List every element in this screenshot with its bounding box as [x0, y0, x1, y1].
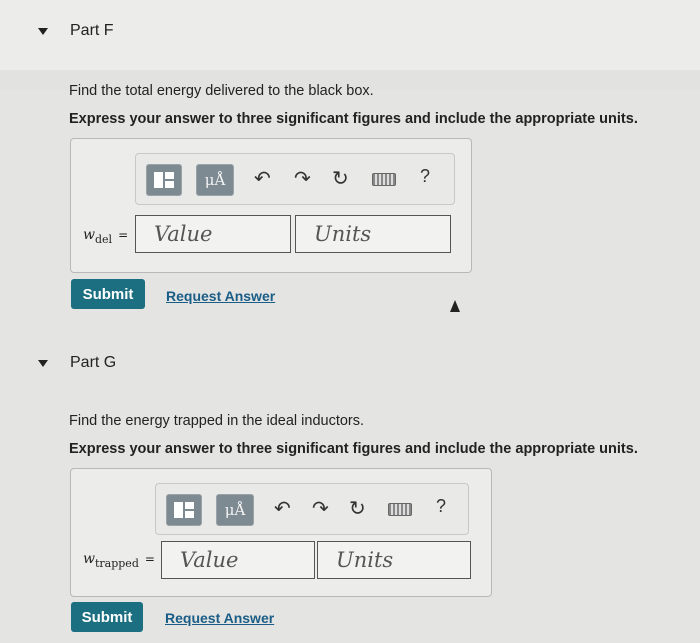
undo-icon[interactable]: ↶	[254, 166, 271, 192]
mouse-cursor	[450, 300, 460, 312]
reset-icon[interactable]: ↻	[332, 166, 349, 192]
part-f-question: Find the total energy delivered to the b…	[69, 83, 374, 99]
keyboard-icon[interactable]	[372, 173, 396, 186]
part-f-request-answer-link[interactable]: Request Answer	[166, 288, 275, 304]
part-f-value-input[interactable]: Value	[135, 215, 291, 253]
part-g-request-answer-link[interactable]: Request Answer	[165, 610, 274, 626]
template-icon[interactable]	[166, 494, 202, 526]
undo-icon[interactable]: ↶	[274, 496, 291, 522]
units-button[interactable]: μÅ	[216, 494, 254, 526]
part-f-answer-box: μÅ ↶ ↷ ↻ ? wdel = Value Units	[70, 138, 472, 273]
part-f-toolbar: μÅ ↶ ↷ ↻ ?	[135, 153, 455, 205]
help-icon[interactable]: ?	[420, 166, 430, 187]
part-f-submit-button[interactable]: Submit	[71, 279, 145, 309]
part-g-toolbar: μÅ ↶ ↷ ↻ ?	[155, 483, 469, 535]
help-icon[interactable]: ?	[436, 496, 446, 517]
caret-down-icon	[38, 359, 48, 367]
part-f-title: Part F	[70, 22, 114, 39]
part-g-variable-label: wtrapped =	[83, 551, 155, 570]
part-f-units-input[interactable]: Units	[295, 215, 451, 253]
part-f-instruction: Express your answer to three significant…	[69, 111, 638, 127]
caret-down-icon	[38, 27, 48, 35]
part-g-question: Find the energy trapped in the ideal ind…	[69, 413, 365, 429]
part-f-variable-label: wdel =	[83, 227, 129, 246]
part-g-title: Part G	[70, 354, 117, 371]
part-g-units-input[interactable]: Units	[317, 541, 471, 579]
part-f-header[interactable]: Part F	[38, 22, 114, 40]
units-button[interactable]: μÅ	[196, 164, 234, 196]
part-g-answer-box: μÅ ↶ ↷ ↻ ? wtrapped = Value Units	[70, 468, 492, 597]
part-g-submit-button[interactable]: Submit	[71, 602, 143, 632]
redo-icon[interactable]: ↷	[294, 166, 311, 192]
redo-icon[interactable]: ↷	[312, 496, 329, 522]
part-g-value-input[interactable]: Value	[161, 541, 315, 579]
part-g-header[interactable]: Part G	[38, 354, 116, 372]
part-g-instruction: Express your answer to three significant…	[69, 441, 638, 457]
keyboard-icon[interactable]	[388, 503, 412, 516]
template-icon[interactable]	[146, 164, 182, 196]
reset-icon[interactable]: ↻	[349, 496, 366, 522]
